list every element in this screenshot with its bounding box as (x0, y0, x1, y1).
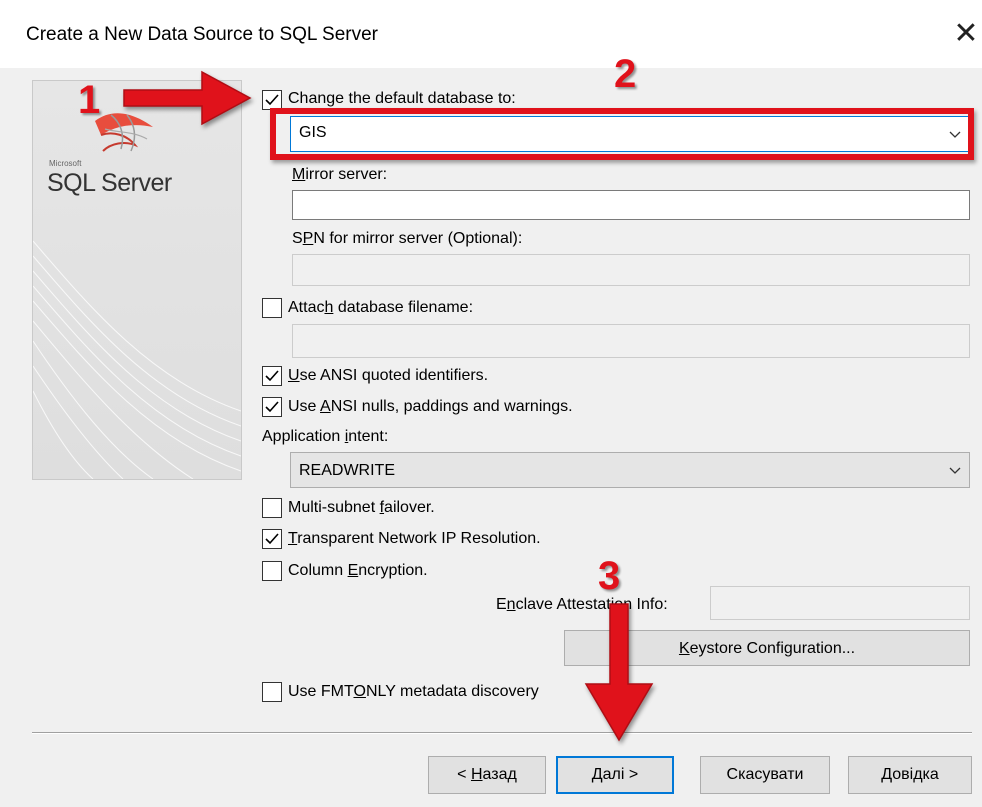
ansi-nulls-label: Use ANSI nulls, paddings and warnings. (288, 398, 573, 415)
help-button[interactable]: Довідка (848, 756, 972, 794)
chevron-down-icon (949, 467, 961, 474)
ansi-nulls-checkbox[interactable] (262, 397, 282, 417)
back-button[interactable]: < Назад (428, 756, 546, 794)
spn-mirror-input[interactable] (292, 254, 970, 286)
chevron-down-icon (949, 131, 961, 138)
ansi-quoted-label: Use ANSI quoted identifiers. (288, 367, 489, 384)
annotation-step-1: 1 (78, 78, 101, 122)
annotation-step-3: 3 (598, 554, 621, 598)
fmtonly-checkbox[interactable] (262, 682, 282, 702)
database-select[interactable]: GIS (290, 116, 970, 152)
app-intent-label: Application intent: (262, 428, 389, 445)
fmtonly-label: Use FMTONLY metadata discovery (288, 683, 539, 700)
red-arrow-down-icon (584, 603, 654, 742)
database-select-value: GIS (299, 124, 327, 141)
app-intent-value: READWRITE (299, 462, 395, 479)
mirror-server-label: Mirror server: (292, 166, 388, 183)
ansi-quoted-checkbox[interactable] (262, 366, 282, 386)
next-button[interactable]: Далі > (556, 756, 674, 794)
attach-db-input[interactable] (292, 324, 970, 358)
sql-server-product-label: SQL Server (47, 169, 172, 197)
cancel-button[interactable]: Скасувати (700, 756, 830, 794)
annotation-step-2: 2 (614, 52, 637, 96)
column-encryption-checkbox[interactable] (262, 561, 282, 581)
attach-db-label: Attach database filename: (288, 299, 474, 316)
column-encryption-label: Column Encryption. (288, 562, 428, 579)
multi-subnet-label: Multi-subnet failover. (288, 499, 435, 516)
sql-server-logo-panel: Microsoft SQL Server (32, 80, 242, 480)
change-db-label: Change the default database to: (288, 90, 516, 107)
tnir-checkbox[interactable] (262, 529, 282, 549)
multi-subnet-checkbox[interactable] (262, 498, 282, 518)
enclave-input[interactable] (710, 586, 970, 620)
mirror-server-input[interactable] (292, 190, 970, 220)
window-title: Create a New Data Source to SQL Server (26, 24, 379, 45)
tnir-label: Transparent Network IP Resolution. (288, 530, 541, 547)
attach-db-checkbox[interactable] (262, 298, 282, 318)
red-arrow-right-icon (123, 70, 252, 126)
change-db-checkbox[interactable] (262, 90, 282, 110)
app-intent-select[interactable]: READWRITE (290, 452, 970, 488)
footer-separator (32, 732, 972, 733)
close-icon[interactable]: ✕ (948, 14, 982, 54)
spn-mirror-label: SPN for mirror server (Optional): (292, 230, 523, 247)
microsoft-small-label: Microsoft (49, 159, 82, 168)
